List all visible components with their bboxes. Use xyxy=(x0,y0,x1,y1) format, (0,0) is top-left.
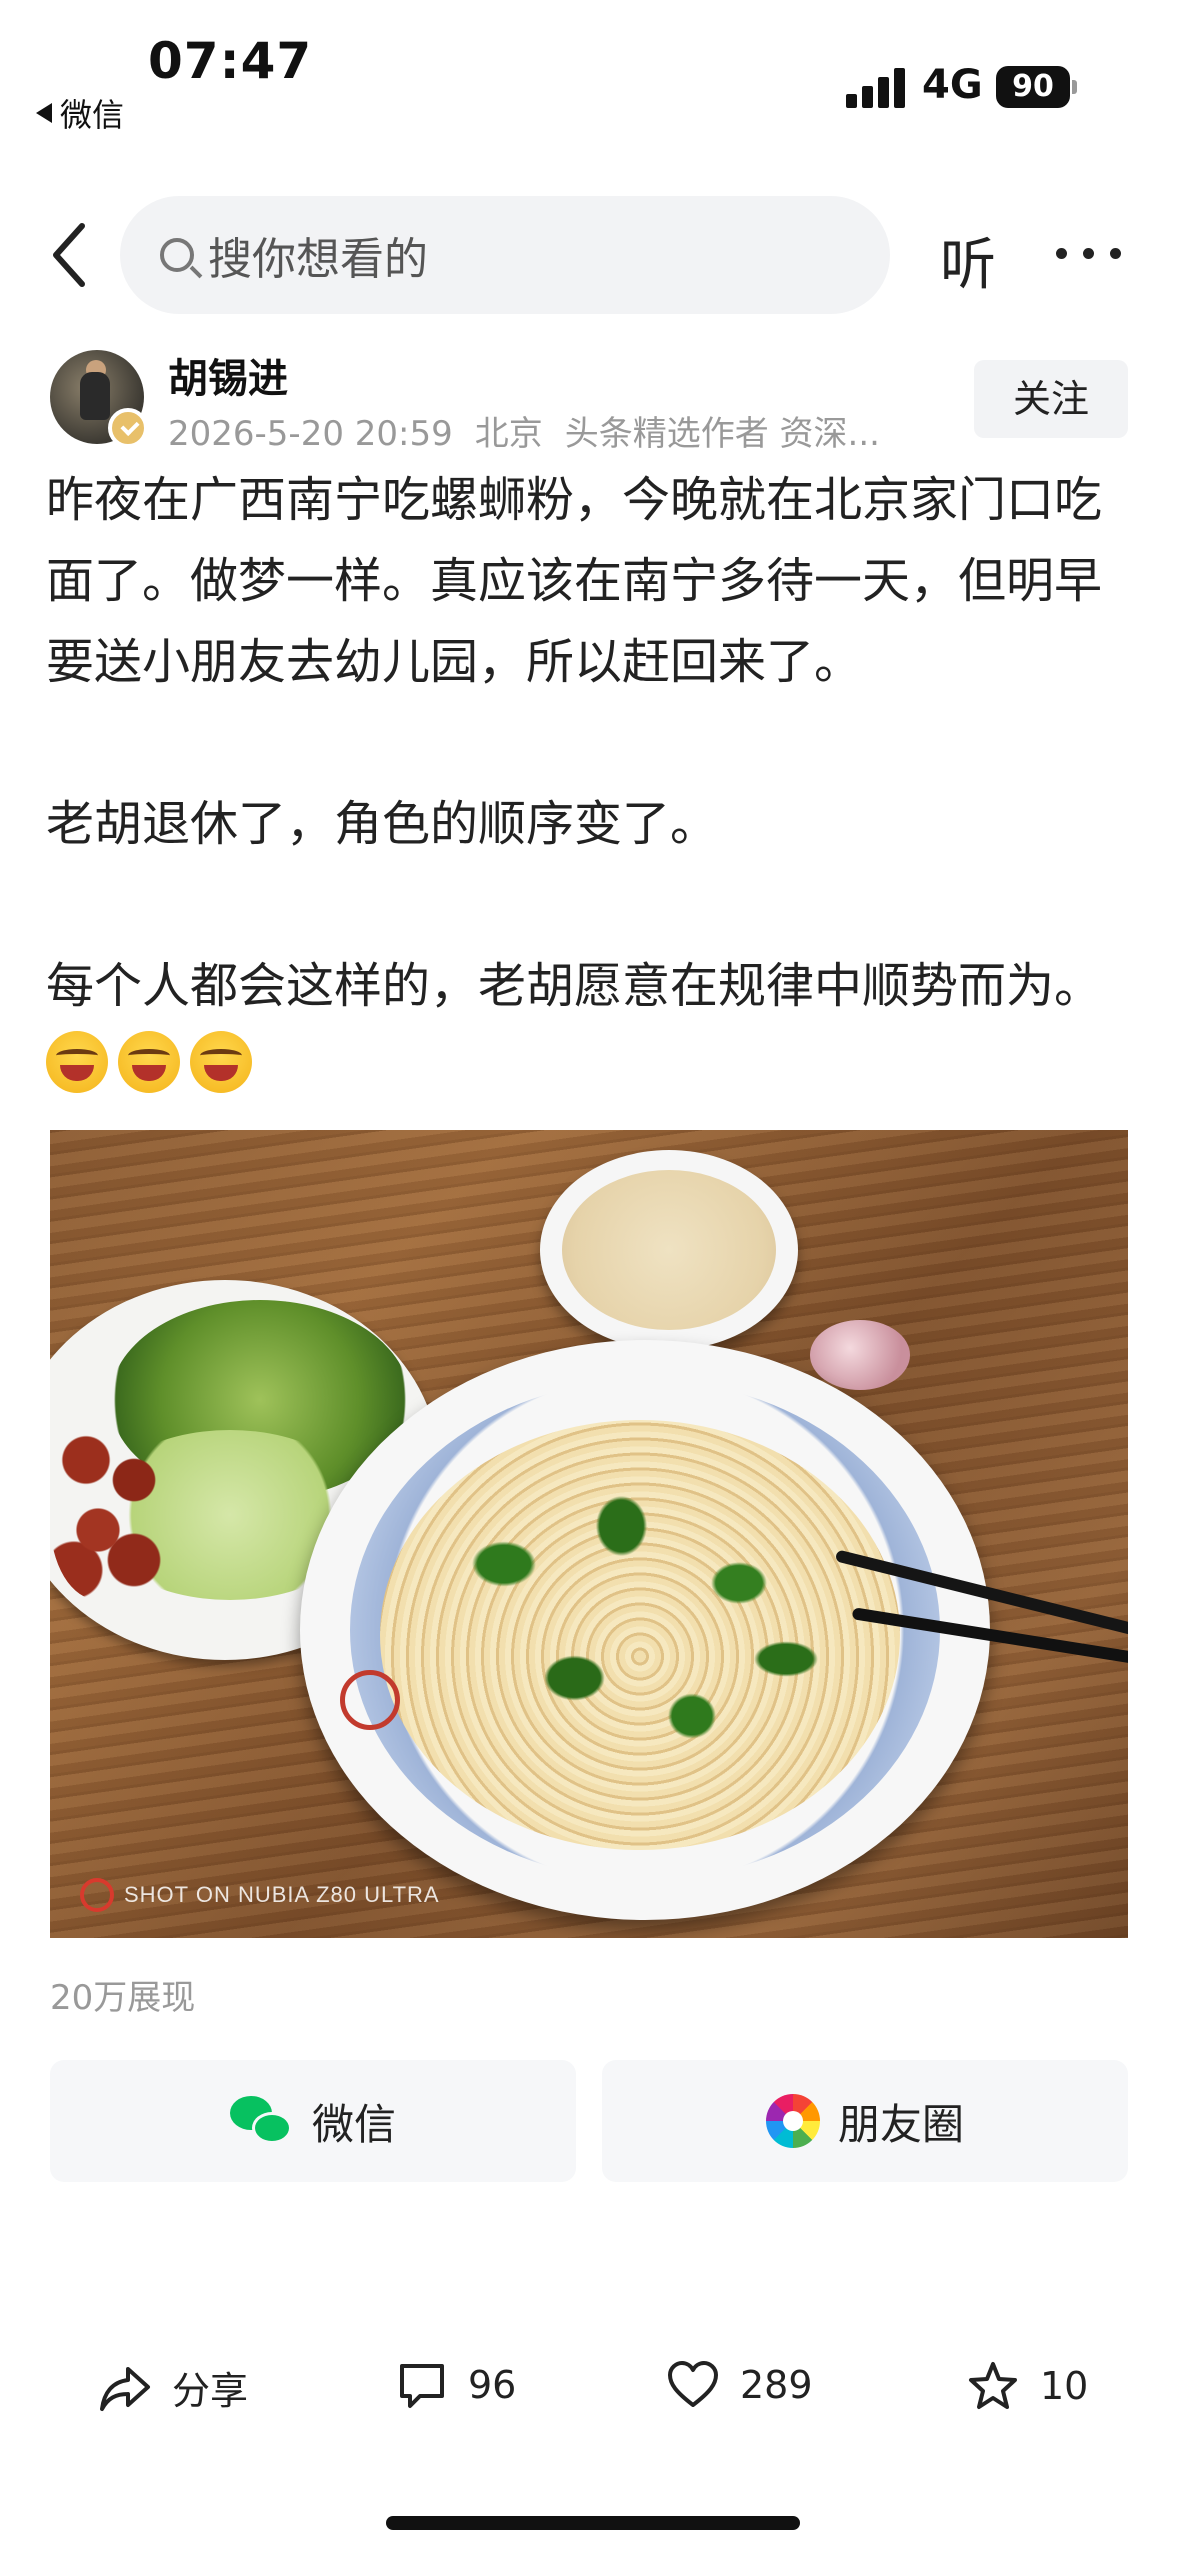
search-icon xyxy=(160,238,194,272)
share-wechat-label: 微信 xyxy=(311,2099,396,2149)
post-body: 昨夜在广西南宁吃螺蛳粉，今晚就在北京家门口吃面了。做梦一样。真应该在南宁多待一天… xyxy=(46,460,1146,1108)
share-moments-label: 朋友圈 xyxy=(837,2099,964,2149)
follow-button[interactable]: 关注 xyxy=(974,360,1128,438)
home-indicator[interactable] xyxy=(386,2516,800,2530)
battery-tip xyxy=(1072,80,1077,94)
network-type: 4G xyxy=(922,62,983,108)
post-photo[interactable]: SHOT ON NUBIA Z80 ULTRA xyxy=(50,1130,1128,1938)
signal-icon xyxy=(846,66,906,108)
photo-watermark: SHOT ON NUBIA Z80 ULTRA xyxy=(80,1878,440,1912)
back-button[interactable] xyxy=(46,220,96,290)
photo-watermark-text: SHOT ON NUBIA Z80 ULTRA xyxy=(124,1882,440,1907)
post-location: 北京 xyxy=(474,414,543,454)
more-options-icon[interactable] xyxy=(1056,248,1121,259)
star-icon xyxy=(969,2362,1017,2409)
share-label: 分享 xyxy=(172,2369,249,2413)
camera-logo-icon xyxy=(80,1878,114,1912)
wechat-icon xyxy=(229,2096,294,2146)
back-to-app-link[interactable]: 微信 xyxy=(36,90,124,136)
verified-badge-icon xyxy=(108,408,148,448)
share-button[interactable]: 分享 xyxy=(98,2360,248,2415)
search-input[interactable]: 搜你想看的 xyxy=(120,196,890,314)
bottom-action-bar: 分享 96 289 10 xyxy=(0,2330,1179,2450)
listen-button[interactable]: 听 xyxy=(940,220,996,301)
like-count: 289 xyxy=(740,2363,813,2407)
status-time: 07:47 xyxy=(148,32,313,90)
post-paragraph: 昨夜在广西南宁吃螺蛳粉，今晚就在北京家门口吃面了。做梦一样。真应该在南宁多待一天… xyxy=(46,472,1103,690)
share-moments-button[interactable]: 朋友圈 xyxy=(602,2060,1128,2182)
share-wechat-button[interactable]: 微信 xyxy=(50,2060,576,2182)
post-paragraph-text: 每个人都会这样的，老胡愿意在规律中顺势而为。 xyxy=(46,958,1103,1014)
laughing-tears-emoji-icon xyxy=(190,1031,252,1093)
share-arrow-icon xyxy=(100,2366,150,2411)
status-bar: 07:47 微信 4G 90 xyxy=(0,0,1179,140)
search-placeholder: 搜你想看的 xyxy=(208,234,428,285)
heart-icon xyxy=(668,2361,718,2407)
laughing-tears-emoji-icon xyxy=(46,1031,108,1093)
view-count: 20万展现 xyxy=(50,1978,196,2018)
author-title: 头条精选作者 资深... xyxy=(564,414,880,454)
back-app-label: 微信 xyxy=(60,96,125,134)
moments-icon xyxy=(765,2094,820,2148)
post-paragraph: 老胡退休了，角色的顺序变了。 xyxy=(46,796,719,852)
battery-icon: 90 xyxy=(996,66,1070,108)
bowl-logo xyxy=(340,1670,400,1730)
favorite-count: 10 xyxy=(1040,2364,1089,2408)
favorite-button[interactable]: 10 xyxy=(966,2360,1088,2412)
laughing-tears-emoji-icon xyxy=(118,1031,180,1093)
post-paragraph: 每个人都会这样的，老胡愿意在规律中顺势而为。 xyxy=(46,946,1146,1108)
article-page: 07:47 微信 4G 90 搜你想看的 听 胡锡进 2026-5-20 20:… xyxy=(0,0,1179,2556)
author-meta: 2026-5-20 20:59 北京 头条精选作者 资深... xyxy=(168,406,928,455)
post-datetime: 2026-5-20 20:59 xyxy=(168,414,453,454)
back-triangle-icon xyxy=(36,103,52,123)
comment-button[interactable]: 96 xyxy=(396,2360,516,2410)
like-button[interactable]: 289 xyxy=(666,2360,813,2410)
author-name[interactable]: 胡锡进 xyxy=(168,346,288,404)
chevron-left-icon xyxy=(53,223,85,287)
comment-icon xyxy=(400,2364,444,2408)
comment-count: 96 xyxy=(468,2363,517,2407)
